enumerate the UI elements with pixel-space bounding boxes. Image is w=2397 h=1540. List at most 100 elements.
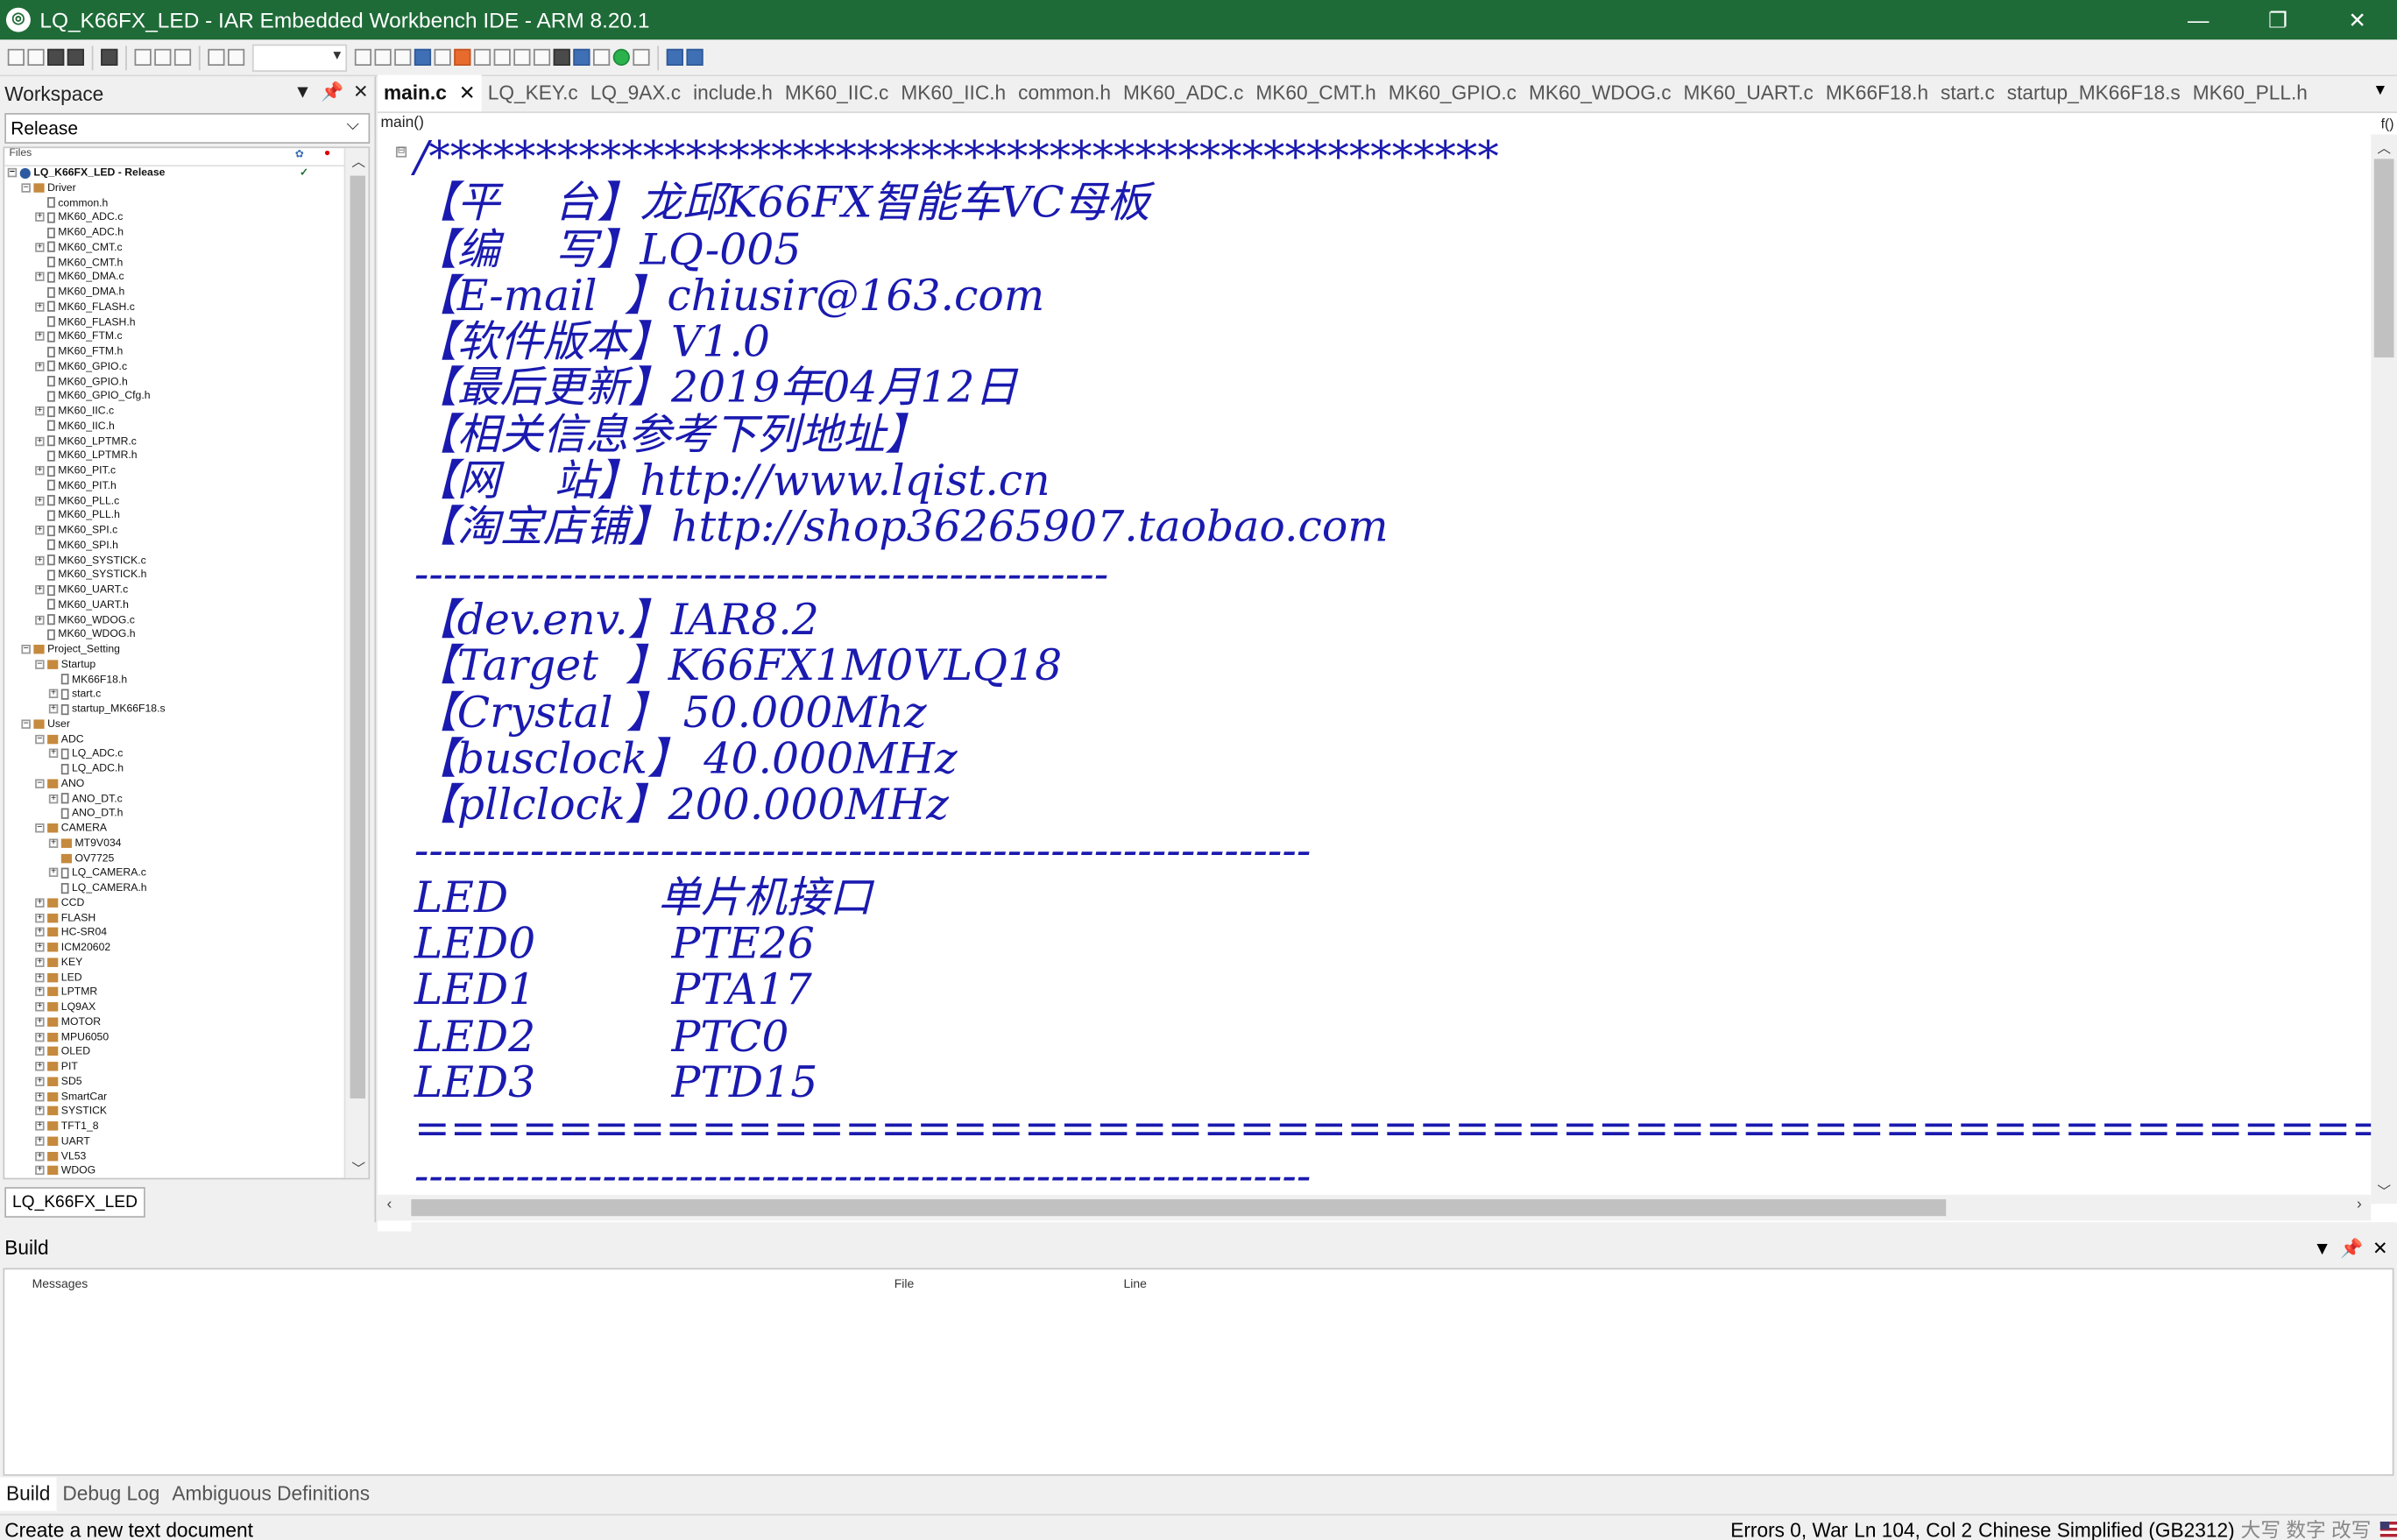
tree-file[interactable]: + MK60_SPI.c — [4, 524, 368, 539]
tree-folder[interactable]: − User — [4, 717, 368, 732]
tab-ambiguous-definitions[interactable]: Ambiguous Definitions — [166, 1477, 376, 1510]
expander-icon[interactable]: − — [35, 660, 45, 669]
cut-icon[interactable] — [134, 48, 152, 66]
scroll-left-icon[interactable]: ‹ — [386, 1197, 392, 1213]
find-prev-icon[interactable] — [354, 48, 372, 66]
tab-main-c[interactable]: main.c ✕ — [377, 74, 482, 112]
expander-icon[interactable]: + — [35, 332, 45, 342]
nav-back-icon[interactable] — [473, 48, 491, 66]
find-icon[interactable] — [374, 48, 392, 66]
copy-icon[interactable] — [154, 48, 172, 66]
tree-file[interactable]: ANO_DT.h — [4, 807, 368, 822]
tree-file[interactable]: + startup_MK66F18.s — [4, 703, 368, 717]
expander-icon[interactable]: − — [35, 779, 45, 788]
tree-file[interactable]: + MK60_UART.c — [4, 583, 368, 598]
save-all-icon[interactable] — [67, 48, 84, 66]
expander-icon[interactable]: + — [35, 898, 45, 908]
tree-file[interactable]: + MK60_WDOG.c — [4, 613, 368, 628]
expander-icon[interactable]: + — [35, 243, 45, 252]
tree-scrollbar[interactable]: ︿ ﹀ — [343, 148, 369, 1178]
tree-file[interactable]: MK66F18.h — [4, 673, 368, 688]
tree-file[interactable]: + LQ_ADC.c — [4, 747, 368, 762]
expander-icon[interactable]: + — [35, 436, 45, 446]
expander-icon[interactable]: + — [35, 1136, 45, 1146]
tab-list-dropdown-icon[interactable]: ▼ — [2372, 82, 2387, 99]
tree-folder[interactable]: + WDOG — [4, 1164, 368, 1177]
toolbar-options-icon[interactable] — [686, 48, 704, 66]
tree-file[interactable]: + MK60_CMT.c — [4, 241, 368, 256]
messages-column-header[interactable]: Messages — [32, 1277, 88, 1291]
tree-folder[interactable]: − ANO — [4, 777, 368, 792]
pin-icon[interactable]: 📌 — [2340, 1232, 2363, 1265]
paste-icon[interactable] — [173, 48, 192, 66]
tree-project[interactable]: − LQ_K66FX_LED - Release ✓ — [4, 166, 368, 181]
expander-icon[interactable] — [35, 392, 44, 400]
tree-file[interactable]: + MK60_PIT.c — [4, 464, 368, 479]
scroll-up-icon[interactable]: ︿ — [2377, 138, 2391, 158]
editor-vertical-scrollbar[interactable]: ︿ ﹀ — [2371, 134, 2397, 1204]
tree-file[interactable]: + MK60_DMA.c — [4, 271, 368, 286]
tree-folder[interactable]: − Driver — [4, 181, 368, 196]
tree-file[interactable]: MK60_CMT.h — [4, 256, 368, 271]
expander-icon[interactable]: + — [35, 928, 45, 937]
nav-forward-icon[interactable] — [493, 48, 511, 66]
line-column-header[interactable]: Line — [1124, 1277, 1147, 1291]
expander-icon[interactable] — [35, 600, 44, 609]
tree-file[interactable]: + MK60_PLL.c — [4, 494, 368, 509]
tree-file[interactable]: MK60_ADC.h — [4, 226, 368, 241]
tree-folder[interactable]: + KEY — [4, 956, 368, 971]
expander-icon[interactable]: + — [35, 1077, 45, 1086]
expander-icon[interactable]: + — [35, 466, 45, 476]
tree-file[interactable]: MK60_SPI.h — [4, 539, 368, 554]
expander-icon[interactable]: + — [35, 1047, 45, 1056]
code-editor[interactable]: ⊟ /*************************************… — [377, 134, 2371, 1262]
replace-icon[interactable] — [414, 48, 432, 66]
tab-start-c[interactable]: start.c — [1934, 74, 2001, 111]
tree-scroll-thumb[interactable] — [350, 175, 366, 1098]
expander-icon[interactable]: + — [35, 362, 45, 371]
tab-mk60-adc-c[interactable]: MK60_ADC.c — [1117, 74, 1249, 111]
expander-icon[interactable]: + — [35, 496, 45, 505]
tree-folder[interactable]: + MT9V034 — [4, 837, 368, 851]
redo-icon[interactable] — [227, 48, 245, 66]
expander-icon[interactable] — [35, 258, 44, 266]
pin-icon[interactable]: 📌 — [321, 81, 343, 102]
expander-icon[interactable] — [35, 198, 44, 207]
expander-icon[interactable]: + — [35, 1151, 45, 1161]
tree-file[interactable]: MK60_PIT.h — [4, 479, 368, 494]
expander-icon[interactable] — [35, 630, 44, 639]
editor-horizontal-scrollbar[interactable]: ‹ › — [377, 1194, 2372, 1221]
expander-icon[interactable]: + — [35, 302, 45, 312]
make-icon[interactable] — [533, 48, 551, 66]
expander-icon[interactable]: + — [35, 272, 45, 282]
open-file-icon[interactable] — [27, 48, 45, 66]
bookmark-icon[interactable] — [454, 48, 471, 66]
expander-icon[interactable] — [35, 481, 44, 490]
find-next-icon[interactable] — [394, 48, 412, 66]
new-file-icon[interactable] — [7, 48, 25, 66]
expander-icon[interactable] — [35, 347, 44, 356]
expander-icon[interactable]: + — [35, 1017, 45, 1027]
tab-debug-log[interactable]: Debug Log — [56, 1477, 166, 1510]
tab-include-h[interactable]: include.h — [687, 74, 779, 111]
tree-file[interactable]: + MK60_FLASH.c — [4, 300, 368, 315]
tree-file[interactable]: + LQ_CAMERA.c — [4, 866, 368, 881]
expander-icon[interactable]: + — [35, 943, 45, 952]
expander-icon[interactable] — [49, 764, 58, 773]
function-navigator[interactable]: main() f() — [378, 113, 2397, 134]
expander-icon[interactable] — [35, 451, 44, 460]
dropdown-icon[interactable]: ▼ — [2313, 1232, 2331, 1265]
expander-icon[interactable]: + — [48, 749, 59, 759]
dropdown-icon[interactable]: ▼ — [293, 81, 312, 102]
toggle-breakpoint-icon[interactable] — [573, 48, 590, 66]
expander-icon[interactable]: + — [35, 987, 45, 997]
editor-vscroll-thumb[interactable] — [2373, 159, 2394, 358]
tree-folder[interactable]: − ADC — [4, 732, 368, 747]
tree-folder[interactable]: + SYSTICK — [4, 1105, 368, 1120]
expander-icon[interactable] — [49, 883, 58, 892]
compile-icon[interactable] — [513, 48, 531, 66]
tab-startup-mk66f18-s[interactable]: startup_MK66F18.s — [2001, 74, 2187, 111]
tree-file[interactable]: MK60_SYSTICK.h — [4, 569, 368, 583]
expander-icon[interactable]: + — [48, 689, 59, 699]
goto-icon[interactable] — [434, 48, 451, 66]
